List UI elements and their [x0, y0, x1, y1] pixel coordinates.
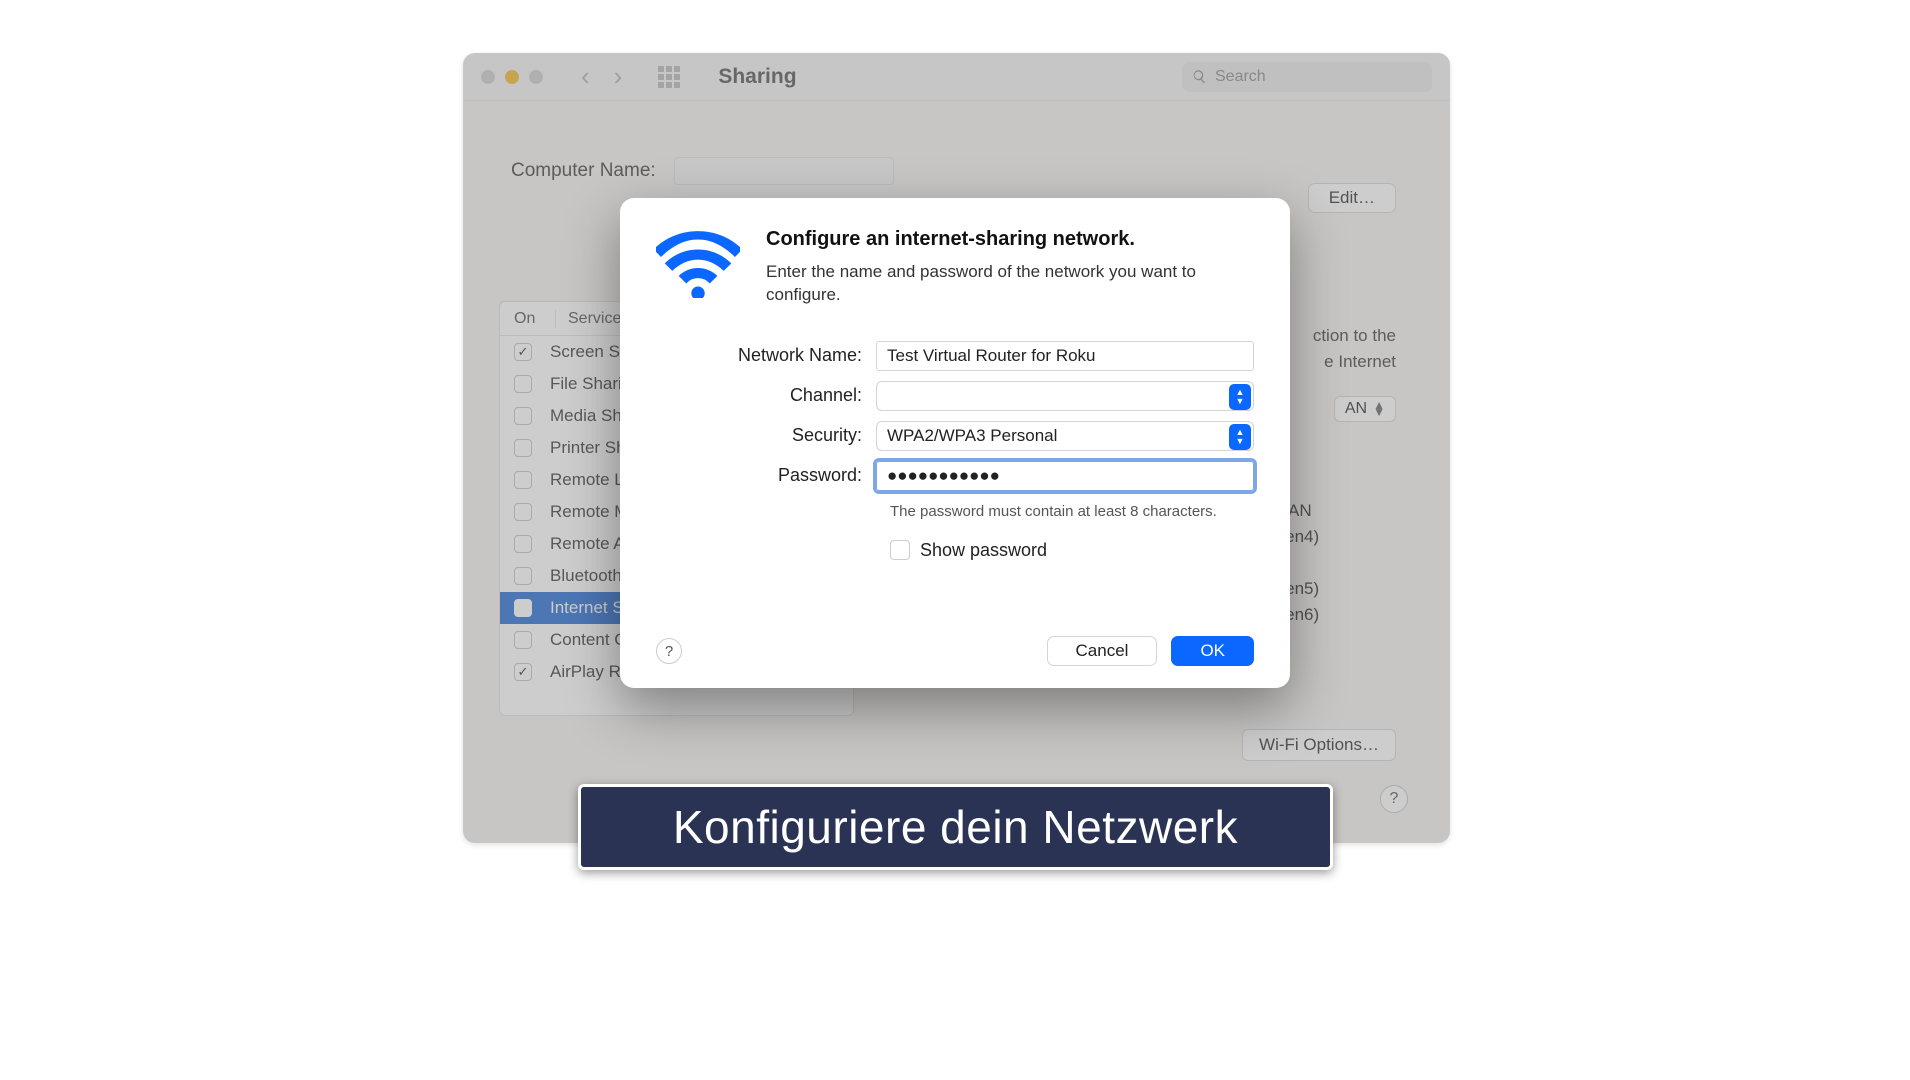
sheet-title: Configure an internet-sharing network. — [766, 228, 1206, 251]
caption-banner: Konfiguriere dein Netzwerk — [578, 784, 1333, 870]
column-on: On — [500, 310, 556, 328]
close-window-icon[interactable] — [481, 70, 495, 84]
show-password-checkbox[interactable] — [890, 540, 910, 560]
ok-button[interactable]: OK — [1171, 636, 1254, 666]
network-name-label: Network Name: — [656, 345, 876, 366]
chevron-updown-icon: ▲▼ — [1229, 424, 1251, 450]
wifi-icon — [656, 228, 740, 298]
minimize-window-icon[interactable] — [505, 70, 519, 84]
search-input[interactable]: Search — [1182, 62, 1432, 92]
show-password-label: Show password — [920, 540, 1047, 561]
share-from-select[interactable]: AN ▲▼ — [1334, 396, 1396, 422]
sheet-help-button[interactable]: ? — [656, 638, 682, 664]
service-checkbox[interactable] — [514, 343, 532, 361]
security-label: Security: — [656, 425, 876, 446]
search-placeholder: Search — [1215, 68, 1266, 86]
window-title: Sharing — [718, 65, 796, 89]
edit-button[interactable]: Edit… — [1308, 183, 1396, 213]
service-checkbox[interactable] — [514, 663, 532, 681]
traffic-lights — [481, 70, 543, 84]
service-checkbox[interactable] — [514, 631, 532, 649]
password-input[interactable] — [876, 461, 1254, 491]
back-icon[interactable]: ‹ — [581, 61, 590, 92]
channel-select[interactable]: ▲▼ — [876, 381, 1254, 411]
column-service: Service — [556, 310, 621, 328]
chevron-updown-icon: ▲▼ — [1373, 402, 1385, 416]
window-titlebar: ‹ › Sharing Search — [463, 53, 1450, 101]
service-checkbox[interactable] — [514, 599, 532, 617]
sheet-subtitle: Enter the name and password of the netwo… — [766, 261, 1206, 307]
password-label: Password: — [656, 465, 876, 486]
search-icon — [1192, 69, 1207, 84]
computer-name-row: Computer Name: — [511, 157, 1414, 185]
service-checkbox[interactable] — [514, 567, 532, 585]
show-password-row[interactable]: Show password — [890, 540, 1254, 561]
channel-label: Channel: — [656, 385, 876, 406]
zoom-window-icon[interactable] — [529, 70, 543, 84]
configure-network-sheet: Configure an internet-sharing network. E… — [620, 198, 1290, 688]
service-checkbox[interactable] — [514, 471, 532, 489]
password-hint: The password must contain at least 8 cha… — [890, 503, 1254, 520]
service-checkbox[interactable] — [514, 439, 532, 457]
all-prefs-icon[interactable] — [658, 66, 680, 88]
forward-icon[interactable]: › — [614, 61, 623, 92]
service-checkbox[interactable] — [514, 407, 532, 425]
chevron-updown-icon: ▲▼ — [1229, 384, 1251, 410]
service-checkbox[interactable] — [514, 375, 532, 393]
cancel-button[interactable]: Cancel — [1047, 636, 1158, 666]
security-select[interactable]: WPA2/WPA3 Personal ▲▼ — [876, 421, 1254, 451]
service-checkbox[interactable] — [514, 535, 532, 553]
help-button[interactable]: ? — [1380, 785, 1408, 813]
wifi-options-button[interactable]: Wi-Fi Options… — [1242, 729, 1396, 761]
computer-name-label: Computer Name: — [511, 160, 656, 182]
nav-arrows: ‹ › — [581, 61, 622, 92]
computer-name-field[interactable] — [674, 157, 894, 185]
service-checkbox[interactable] — [514, 503, 532, 521]
network-name-input[interactable] — [876, 341, 1254, 371]
